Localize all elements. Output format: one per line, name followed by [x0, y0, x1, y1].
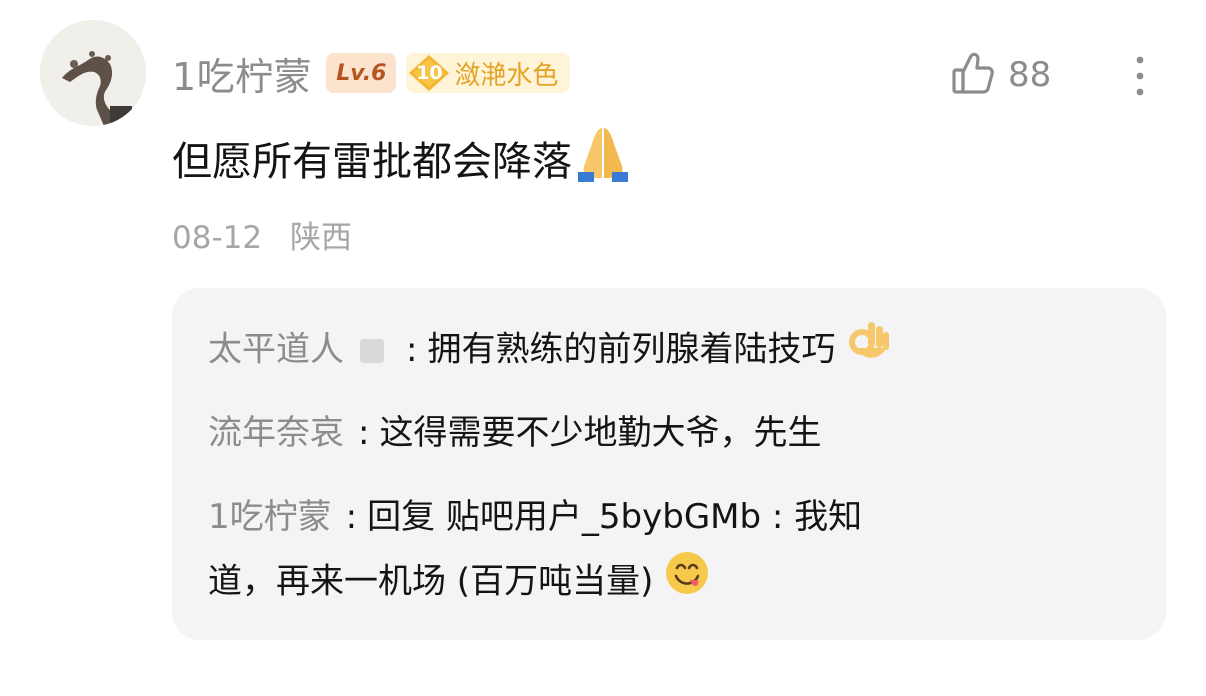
comment-meta: 08-12 陕西 [172, 212, 352, 257]
avatar[interactable] [40, 20, 146, 126]
reply-item[interactable]: 1吃柠蒙: 回复 贴吧用户_5bybGMb : 我知 道，再来一机场 (百万吨当量… [208, 486, 1108, 616]
username[interactable]: 1吃柠蒙 [172, 46, 312, 101]
reply-text: 拥有熟练的前列腺着陆技巧 [427, 329, 836, 370]
reply-separator: : [345, 497, 358, 537]
comment-content: 但愿所有雷批都会降落 [172, 122, 634, 194]
honor-badge: 10 潋滟水色 [406, 53, 571, 93]
like-count: 88 [1008, 55, 1052, 95]
folded-hands-emoji [572, 122, 634, 194]
more-vertical-icon [1136, 56, 1144, 96]
reply-text-line1: 回复 贴吧用户_5bybGMb : 我知 [367, 497, 863, 537]
reply-separator: : [358, 413, 370, 453]
comment-date: 08-12 [172, 220, 263, 256]
yum-face-emoji [664, 550, 710, 616]
level-badge: Lv.6 [326, 53, 397, 93]
reply-text-line2: 道，再来一机场 (百万吨当量) [208, 561, 654, 602]
reply-text: 这得需要不少地勤大爷，先生 [379, 413, 822, 453]
reply-author[interactable]: 流年奈哀 [208, 413, 344, 453]
ok-hand-emoji [846, 318, 892, 384]
honor-diamond-icon: 10 [406, 53, 452, 93]
reply-item[interactable]: 太平道人: 拥有熟练的前列腺着陆技巧 [208, 318, 1108, 384]
more-options-button[interactable] [1126, 52, 1154, 102]
comment-location: 陕西 [289, 220, 352, 256]
comment-header: 1吃柠蒙 Lv.6 10 潋滟水色 [172, 46, 571, 101]
reply-item[interactable]: 流年奈哀: 这得需要不少地勤大爷，先生 [208, 402, 1108, 464]
reply-author[interactable]: 太平道人 [208, 330, 344, 370]
reply-list[interactable]: 太平道人: 拥有熟练的前列腺着陆技巧 流年奈哀: 这得需要不少地勤大爷，先生 1吃柠… [172, 288, 1166, 640]
thumbs-up-icon [950, 50, 996, 100]
honor-level: 10 [416, 62, 443, 84]
reply-author[interactable]: 1吃柠蒙 [208, 497, 332, 537]
like-button[interactable]: 88 [950, 50, 1051, 100]
user-badge-icon [360, 339, 384, 363]
reply-separator: : [406, 329, 418, 370]
comment-card: 1吃柠蒙 Lv.6 10 潋滟水色 88 但愿所有雷批都会降落 08-12 陕西… [0, 0, 1206, 696]
honor-title: 潋滟水色 [454, 60, 559, 91]
comment-text: 但愿所有雷批都会降落 [172, 139, 572, 185]
